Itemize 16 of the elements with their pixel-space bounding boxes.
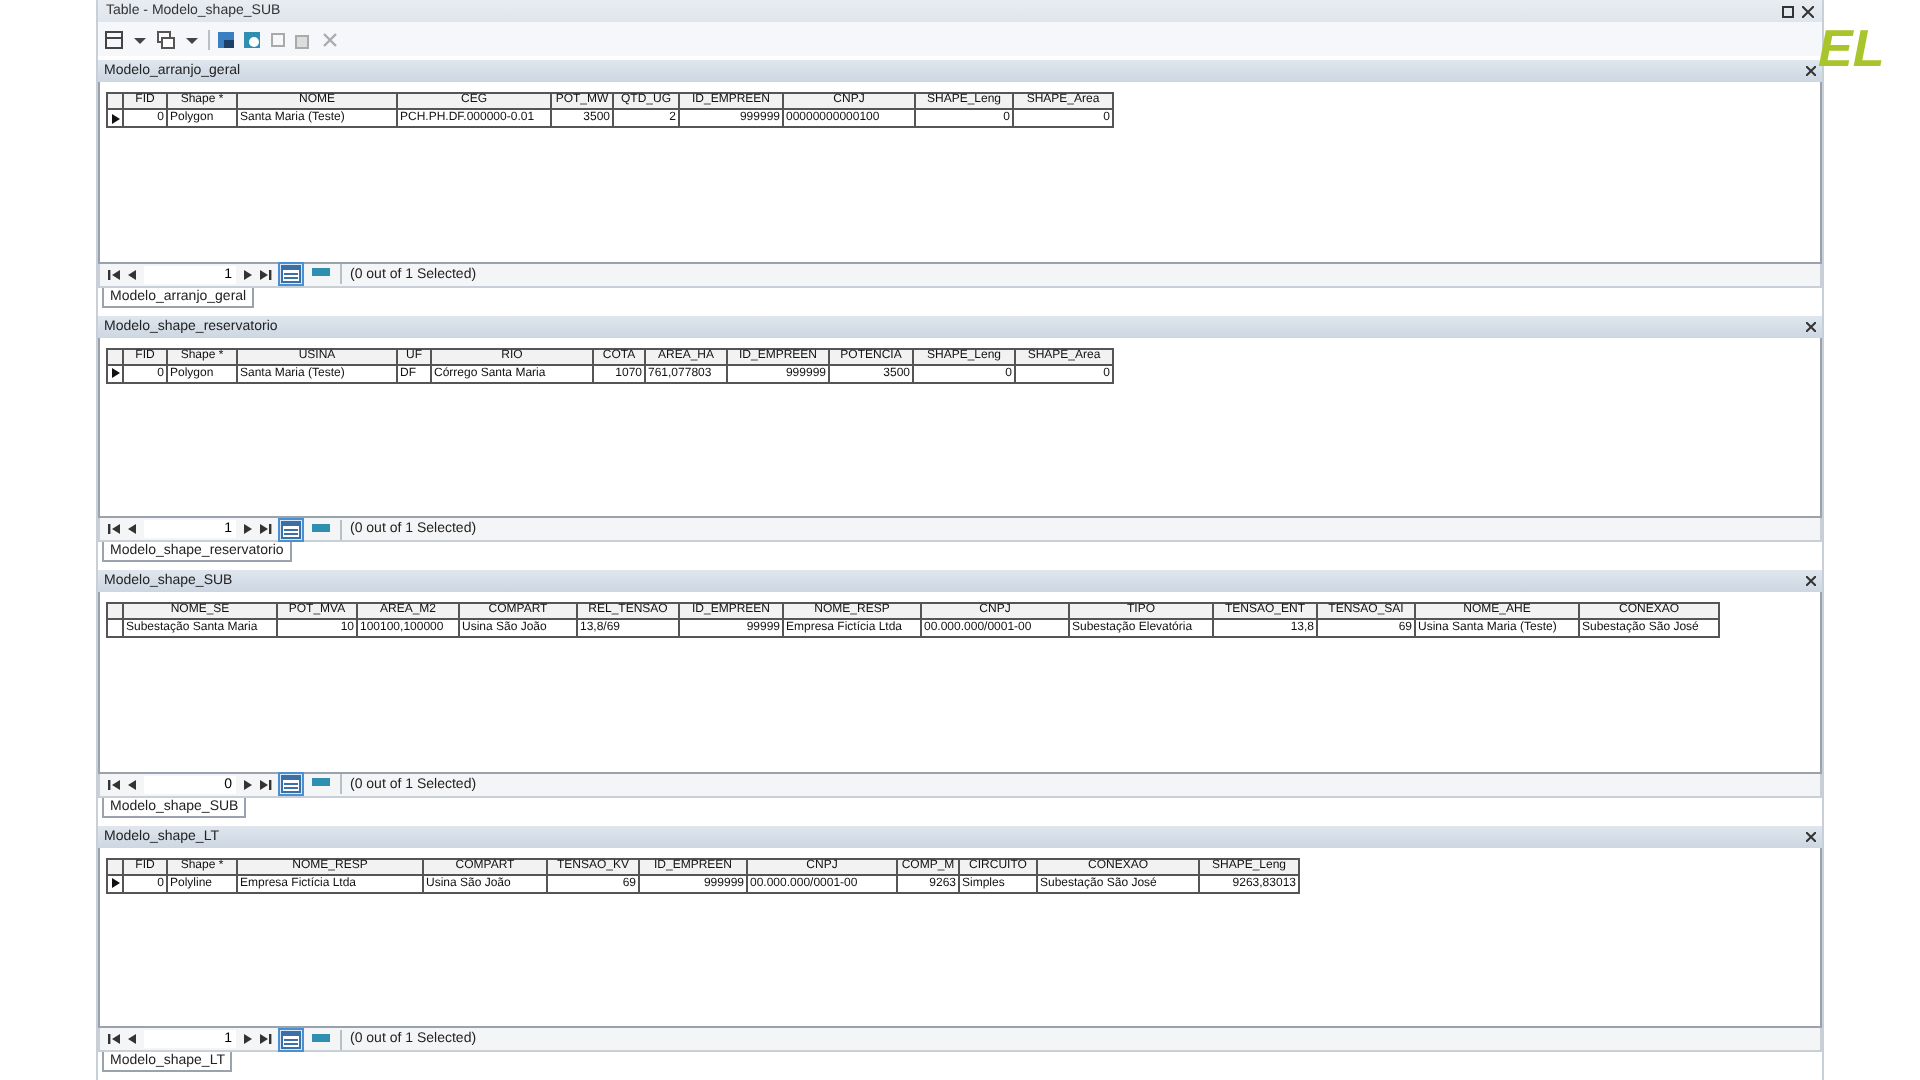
close-icon[interactable] xyxy=(1806,66,1816,76)
logo-text: EL xyxy=(1818,22,1885,74)
close-icon[interactable] xyxy=(1802,5,1814,17)
close-icon[interactable] xyxy=(1806,831,1816,841)
row-selector[interactable] xyxy=(108,620,124,638)
table-options-icon[interactable] xyxy=(104,29,124,49)
maximize-icon[interactable] xyxy=(1782,5,1794,17)
related-tables-icon[interactable] xyxy=(156,29,176,49)
row-selector[interactable] xyxy=(108,110,124,128)
select-by-attributes-icon[interactable] xyxy=(216,29,236,49)
current-row-icon xyxy=(111,113,119,123)
switch-selection-icon[interactable] xyxy=(242,29,262,49)
close-icon[interactable] xyxy=(1806,321,1816,331)
close-icon[interactable] xyxy=(1806,576,1816,586)
current-row-icon xyxy=(111,368,119,378)
current-row-icon xyxy=(111,878,119,888)
